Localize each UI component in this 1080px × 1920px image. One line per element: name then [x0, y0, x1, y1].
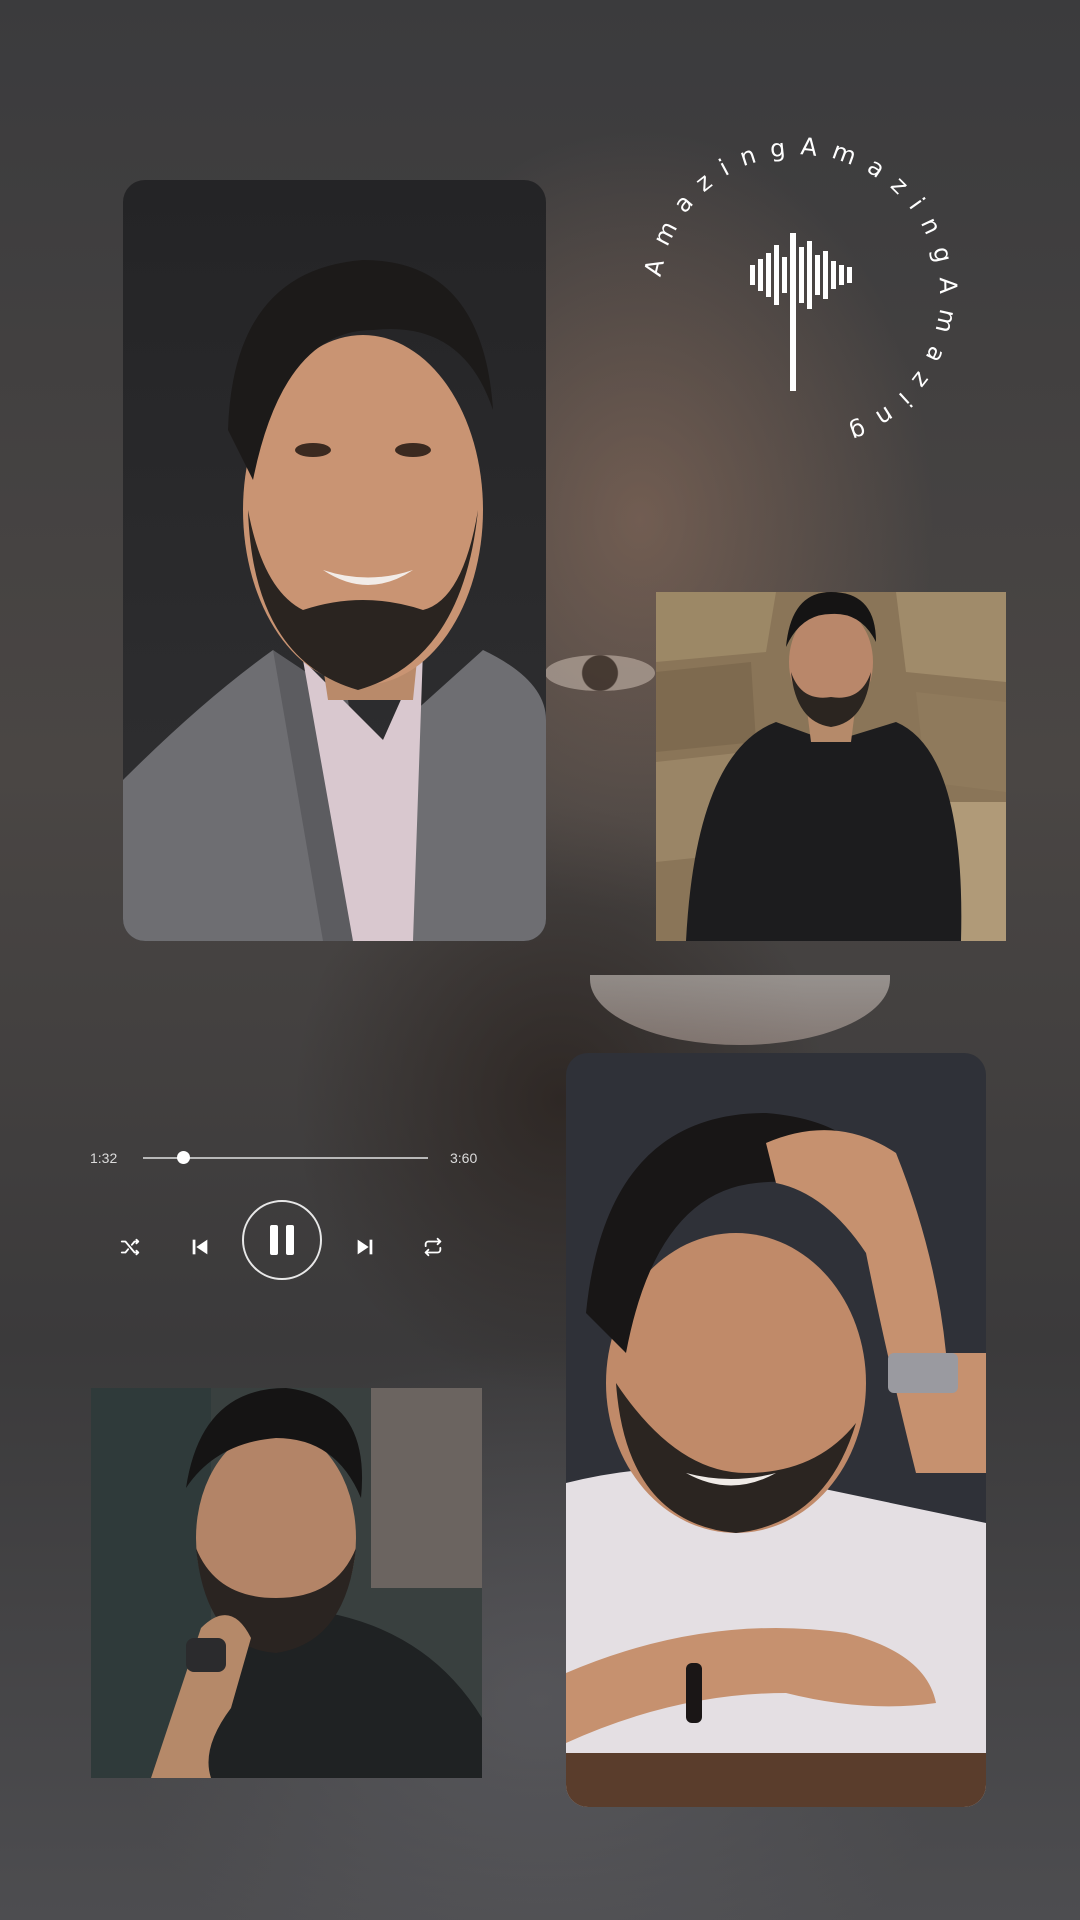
skip-previous-icon	[192, 1239, 208, 1255]
amazing-circle-badge: AmazingAmazingAmazing	[639, 132, 948, 452]
skip-next-button[interactable]	[350, 1232, 380, 1262]
repeat-icon	[424, 1237, 442, 1257]
total-time: 3:60	[450, 1150, 478, 1166]
skip-previous-button[interactable]	[185, 1232, 215, 1262]
elapsed-time: 1:32	[90, 1150, 118, 1166]
repeat-button[interactable]	[418, 1232, 448, 1262]
photo-hand-on-chin-portrait[interactable]	[91, 1388, 482, 1778]
pause-icon	[270, 1225, 294, 1255]
shuffle-button[interactable]	[115, 1232, 145, 1262]
pause-button[interactable]	[242, 1200, 322, 1280]
photo-smiling-portrait[interactable]	[123, 180, 546, 941]
shuffle-icon	[120, 1238, 140, 1256]
skip-next-icon	[357, 1239, 373, 1255]
progress-knob[interactable]	[176, 1151, 190, 1164]
photo-hand-in-hair-portrait[interactable]	[566, 1053, 986, 1807]
background-eye-detail	[545, 655, 655, 691]
photo-stone-wall-portrait[interactable]	[656, 592, 1006, 941]
music-player: 1:32 3:60	[85, 1140, 485, 1290]
sound-wave-icon	[750, 233, 852, 391]
